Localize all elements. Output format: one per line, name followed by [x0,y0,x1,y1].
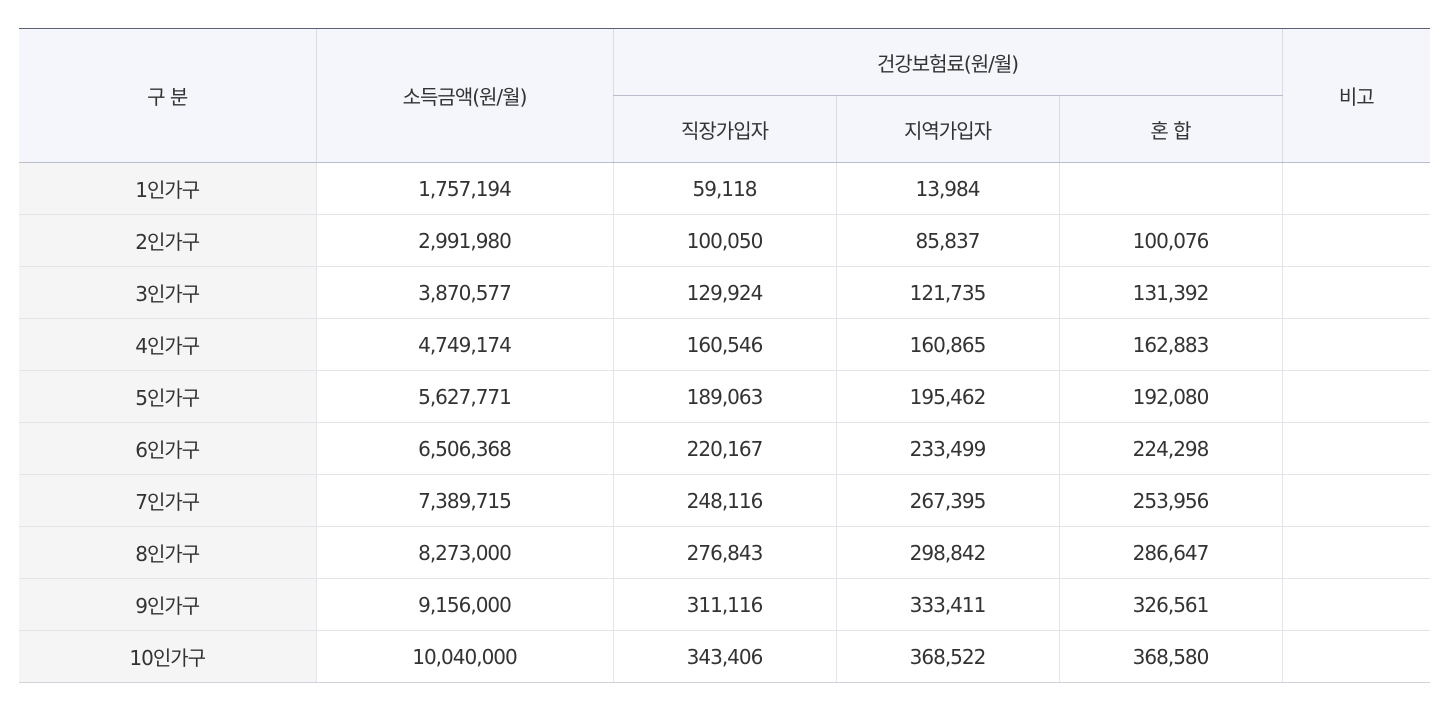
cell-note [1281,422,1431,475]
cell-mixed: 192,080 [1058,370,1283,423]
header-regional: 지역가입자 [835,95,1059,163]
cell-employee: 311,116 [612,578,836,631]
cell-regional: 233,499 [835,422,1059,475]
table-row: 8인가구 8,273,000 276,843 298,842 286,647 [19,526,1431,579]
header-mixed: 혼 합 [1058,95,1283,163]
header-note: 비고 [1281,28,1431,163]
cell-household: 2인가구 [19,214,316,267]
table-row: 1인가구 1,757,194 59,118 13,984 [19,162,1431,215]
table-row: 7인가구 7,389,715 248,116 267,395 253,956 [19,474,1431,527]
cell-mixed: 100,076 [1058,214,1283,267]
cell-employee: 248,116 [612,474,836,527]
income-premium-table: 구 분 소득금액(원/월) 건강보험료(원/월) 비고 직장가입자 지역가입자 … [19,28,1431,683]
cell-regional: 368,522 [835,630,1059,683]
cell-employee: 160,546 [612,318,836,371]
cell-employee: 220,167 [612,422,836,475]
cell-regional: 160,865 [835,318,1059,371]
table-row: 3인가구 3,870,577 129,924 121,735 131,392 [19,266,1431,319]
cell-mixed: 326,561 [1058,578,1283,631]
cell-regional: 267,395 [835,474,1059,527]
cell-employee: 343,406 [612,630,836,683]
header-premium-group: 건강보험료(원/월) [612,28,1283,96]
cell-note [1281,162,1431,215]
cell-income: 10,040,000 [315,630,613,683]
cell-income: 2,991,980 [315,214,613,267]
cell-household: 4인가구 [19,318,316,371]
cell-note [1281,318,1431,371]
cell-mixed: 368,580 [1058,630,1283,683]
cell-household: 10인가구 [19,630,316,683]
table-row: 9인가구 9,156,000 311,116 333,411 326,561 [19,578,1431,631]
cell-regional: 85,837 [835,214,1059,267]
premium-table-container: 구 분 소득금액(원/월) 건강보험료(원/월) 비고 직장가입자 지역가입자 … [19,28,1431,683]
cell-note [1281,526,1431,579]
header-income: 소득금액(원/월) [315,28,613,163]
cell-income: 3,870,577 [315,266,613,319]
header-row-top: 구 분 소득금액(원/월) 건강보험료(원/월) 비고 [19,28,1431,163]
cell-regional: 298,842 [835,526,1059,579]
table-body: 1인가구 1,757,194 59,118 13,984 2인가구 2,991,980 10… [19,162,1431,683]
cell-employee: 189,063 [612,370,836,423]
cell-note [1281,266,1431,319]
table-row: 4인가구 4,749,174 160,546 160,865 162,883 [19,318,1431,371]
cell-income: 1,757,194 [315,162,613,215]
cell-income: 7,389,715 [315,474,613,527]
cell-income: 4,749,174 [315,318,613,371]
cell-household: 8인가구 [19,526,316,579]
cell-income: 9,156,000 [315,578,613,631]
cell-income: 8,273,000 [315,526,613,579]
cell-note [1281,370,1431,423]
cell-household: 3인가구 [19,266,316,319]
cell-note [1281,214,1431,267]
cell-household: 6인가구 [19,422,316,475]
table-header: 구 분 소득금액(원/월) 건강보험료(원/월) 비고 직장가입자 지역가입자 … [19,28,1431,163]
cell-regional: 195,462 [835,370,1059,423]
cell-mixed: 131,392 [1058,266,1283,319]
header-employee: 직장가입자 [612,95,836,163]
cell-regional: 333,411 [835,578,1059,631]
cell-household: 7인가구 [19,474,316,527]
cell-regional: 13,984 [835,162,1059,215]
table-row: 2인가구 2,991,980 100,050 85,837 100,076 [19,214,1431,267]
cell-mixed: 162,883 [1058,318,1283,371]
cell-household: 1인가구 [19,162,316,215]
table-row: 5인가구 5,627,771 189,063 195,462 192,080 [19,370,1431,423]
cell-employee: 129,924 [612,266,836,319]
cell-household: 5인가구 [19,370,316,423]
cell-income: 5,627,771 [315,370,613,423]
cell-note [1281,474,1431,527]
table-row: 6인가구 6,506,368 220,167 233,499 224,298 [19,422,1431,475]
cell-employee: 100,050 [612,214,836,267]
cell-employee: 59,118 [612,162,836,215]
cell-note [1281,630,1431,683]
cell-income: 6,506,368 [315,422,613,475]
cell-mixed [1058,162,1283,215]
cell-mixed: 286,647 [1058,526,1283,579]
table-row: 10인가구 10,040,000 343,406 368,522 368,580 [19,630,1431,683]
cell-mixed: 224,298 [1058,422,1283,475]
cell-employee: 276,843 [612,526,836,579]
header-category: 구 분 [19,28,316,163]
cell-mixed: 253,956 [1058,474,1283,527]
cell-household: 9인가구 [19,578,316,631]
cell-regional: 121,735 [835,266,1059,319]
cell-note [1281,578,1431,631]
